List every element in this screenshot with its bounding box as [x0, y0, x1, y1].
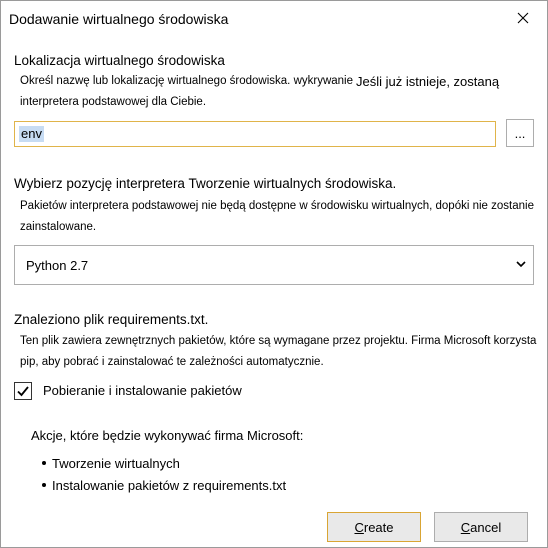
interpreter-desc-line1: Pakietów interpretera podstawowej nie bę…	[20, 200, 534, 212]
chevron-down-icon	[516, 261, 526, 268]
action-item-label: Instalowanie pakietów z requirements.txt	[52, 478, 287, 493]
cancel-button-label: Cancel	[460, 519, 502, 535]
environment-name-input[interactable]: env	[14, 121, 496, 147]
bullet-icon	[42, 482, 46, 487]
check-icon	[17, 386, 29, 397]
environment-name-value: env	[19, 126, 44, 142]
create-button[interactable]: Create	[327, 512, 421, 542]
location-heading: Lokalizacja wirtualnego środowiska	[14, 53, 225, 68]
location-desc-line1: Określ nazwę lub lokalizację wirtualnego…	[20, 75, 354, 87]
location-desc-aside: Jeśli już istnieje, zostaną	[356, 74, 500, 89]
interpreter-select[interactable]: Python 2.7	[14, 245, 534, 285]
actions-heading: Akcje, które będzie wykonywać firma Micr…	[31, 428, 304, 443]
create-button-label: Create	[354, 519, 394, 535]
requirements-desc-line1: Ten plik zawiera zewnętrznych pakietów, …	[20, 335, 537, 347]
bullet-icon	[42, 460, 46, 465]
dialog-title: Dodawanie wirtualnego środowiska	[9, 11, 229, 27]
location-desc-line2: interpretera podstawowej dla Ciebie.	[20, 96, 207, 108]
requirements-heading: Znaleziono plik requirements.txt.	[14, 312, 209, 327]
cancel-button[interactable]: Cancel	[434, 512, 528, 542]
install-packages-checkbox[interactable]	[14, 382, 32, 400]
close-button[interactable]	[505, 3, 541, 33]
action-item: Tworzenie wirtualnych	[42, 456, 180, 471]
action-item-label: Tworzenie wirtualnych	[52, 456, 180, 471]
add-virtual-environment-dialog: Dodawanie wirtualnego środowiska Lokaliz…	[0, 0, 548, 548]
interpreter-desc-line2: zainstalowane.	[20, 221, 97, 233]
requirements-desc-line2: pip, aby pobrać i zainstalować te zależn…	[20, 356, 324, 368]
action-item: Instalowanie pakietów z requirements.txt	[42, 478, 286, 493]
install-packages-label[interactable]: Pobieranie i instalowanie pakietów	[43, 383, 242, 398]
close-icon	[517, 12, 529, 24]
interpreter-selected-value: Python 2.7	[26, 258, 89, 273]
title-bar: Dodawanie wirtualnego środowiska	[1, 1, 547, 39]
interpreter-heading: Wybierz pozycję interpretera Tworzenie w…	[14, 176, 397, 191]
browse-button[interactable]: ...	[506, 119, 534, 147]
